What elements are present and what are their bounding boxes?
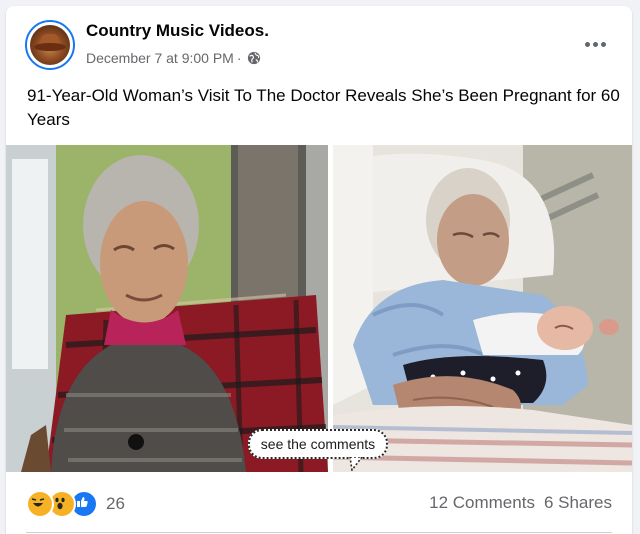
comments-count-link[interactable]: 12 Comments: [429, 493, 535, 513]
post-card: Country Music Videos. December 7 at 9:00…: [6, 6, 632, 534]
post-stats: 12 Comments 6 Shares: [429, 493, 612, 513]
reactions-summary[interactable]: 26: [26, 490, 125, 518]
shares-count-link[interactable]: 6 Shares: [544, 493, 612, 513]
post-meta: December 7 at 9:00 PM ·: [86, 50, 261, 66]
post-media[interactable]: see the comments: [6, 145, 632, 472]
globe-icon[interactable]: [247, 51, 261, 65]
haha-reaction-icon: [26, 490, 54, 518]
reaction-count: 26: [106, 494, 125, 513]
footer-divider: [26, 532, 612, 533]
speech-bubble-tail: [349, 457, 364, 471]
elderly-woman-portrait[interactable]: [6, 145, 328, 472]
post-header: Country Music Videos. December 7 at 9:00…: [6, 6, 632, 84]
page-avatar[interactable]: [25, 20, 75, 70]
post-caption: 91-Year-Old Woman’s Visit To The Doctor …: [27, 86, 620, 129]
page-name-link[interactable]: Country Music Videos.: [86, 21, 269, 41]
elderly-woman-holding-newborn[interactable]: [333, 145, 632, 472]
post-footer: 26 12 Comments 6 Shares: [6, 472, 632, 534]
more-options-icon[interactable]: [580, 32, 610, 56]
see-comments-overlay: see the comments: [248, 429, 388, 459]
cowboy-hat-icon: [30, 25, 70, 65]
meta-separator: ·: [236, 50, 242, 66]
post-timestamp[interactable]: December 7 at 9:00 PM: [86, 50, 234, 66]
